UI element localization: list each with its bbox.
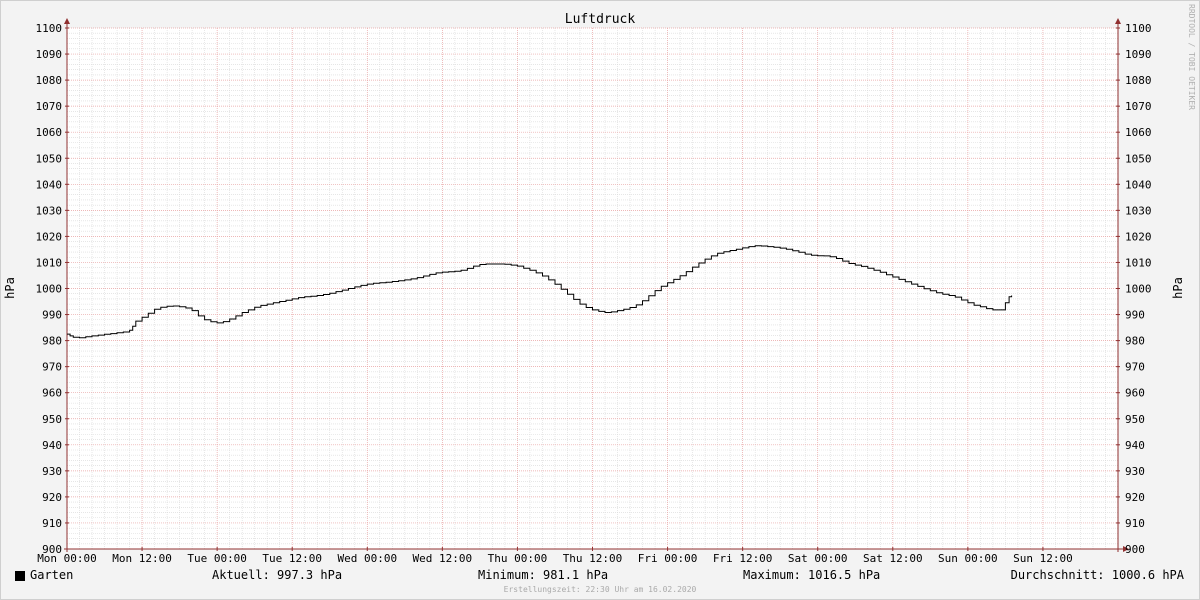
chart-window: 900 910 920 930 940 950 960 970 980 990 1000 1010 10… — [0, 0, 1200, 600]
x-tick-label: Mon 00:00 — [37, 552, 97, 565]
y-tick-label-left: 970 — [42, 361, 62, 374]
y-tick-label-left: 1070 — [36, 100, 63, 113]
y-tick-label-right: 1100 — [1125, 22, 1152, 35]
y-tick-label-left: 1000 — [36, 283, 63, 296]
y-tick-label-left: 980 — [42, 335, 62, 348]
y-tick-label-right: 980 — [1125, 335, 1145, 348]
y-tick-label-right: 1020 — [1125, 230, 1152, 243]
y-tick-label-right: 1040 — [1125, 178, 1152, 191]
x-tick-labels: Mon 00:00 Mon 12:00 Tue 00:00 Tue 12:00 Wed … — [37, 552, 1073, 565]
y-tick-label-right: 920 — [1125, 491, 1145, 504]
y-tick-labels-right: 900 910 920 930 940 950 960 970 980 990 1000 1010 10… — [1125, 22, 1152, 556]
legend-swatch — [15, 571, 25, 581]
y-tick-label-right: 1080 — [1125, 74, 1152, 87]
y-tick-label-left: 1080 — [36, 74, 63, 87]
y-tick-label-left: 1040 — [36, 178, 63, 191]
stat-durchschnitt: Durchschnitt: 1000.6 hPA — [1010, 568, 1184, 582]
x-tick-label: Tue 00:00 — [187, 552, 247, 565]
watermark: RRDTOOL / TOBI OETIKER — [1187, 4, 1196, 110]
x-tick-label: Sun 00:00 — [938, 552, 998, 565]
x-tick-label: Mon 12:00 — [112, 552, 172, 565]
x-tick-label: Thu 00:00 — [488, 552, 548, 565]
y-tick-label-right: 1000 — [1125, 283, 1152, 296]
legend-row: Garten Aktuell: 997.3 hPa Minimum: 981.1… — [0, 566, 1200, 584]
x-tick-label: Sat 00:00 — [788, 552, 848, 565]
y-tick-label-right: 930 — [1125, 465, 1145, 478]
footer-timestamp: Erstellungszeit: 22:30 Uhr am 16.02.2020 — [503, 585, 697, 594]
x-tick-label: Thu 12:00 — [563, 552, 623, 565]
y-tick-labels-left: 9009109209309409509609709809901000101010… — [36, 22, 63, 556]
y-axis-label-left: hPa — [3, 277, 17, 299]
y-tick-label-left: 920 — [42, 491, 62, 504]
y-tick-label-left: 940 — [42, 439, 62, 452]
x-tick-label: Tue 12:00 — [262, 552, 322, 565]
legend-label: Garten — [30, 568, 74, 582]
x-tick-label: Sun 12:00 — [1013, 552, 1073, 565]
y-axis-arrow-left — [64, 18, 70, 24]
y-tick-label-left: 1010 — [36, 256, 63, 269]
y-tick-label-right: 1030 — [1125, 204, 1152, 217]
y-tick-label-right: 900 — [1125, 543, 1145, 556]
y-tick-label-right: 990 — [1125, 309, 1145, 322]
stat-minimum: Minimum: 981.1 hPa — [478, 568, 609, 582]
y-tick-label-right: 960 — [1125, 387, 1145, 400]
y-tick-label-left: 1100 — [36, 22, 63, 35]
y-tick-label-left: 960 — [42, 387, 62, 400]
stat-aktuell: Aktuell: 997.3 hPa — [212, 568, 343, 582]
chart-svg: 900 910 920 930 940 950 960 970 980 990 1000 1010 10… — [3, 12, 1185, 565]
y-tick-label-right: 1090 — [1125, 48, 1152, 61]
y-tick-label-left: 1060 — [36, 126, 63, 139]
y-tick-label-left: 930 — [42, 465, 62, 478]
y-tick-label-right: 950 — [1125, 413, 1145, 426]
y-tick-label-right: 1050 — [1125, 152, 1152, 165]
x-tick-label: Wed 00:00 — [337, 552, 397, 565]
y-tick-label-left: 950 — [42, 413, 62, 426]
y-axis-label-right: hPa — [1171, 277, 1185, 299]
y-tick-label-right: 1070 — [1125, 100, 1152, 113]
y-tick-label-left: 1090 — [36, 48, 63, 61]
x-tick-label: Sat 12:00 — [863, 552, 923, 565]
y-tick-label-left: 1020 — [36, 230, 63, 243]
y-tick-label-right: 1010 — [1125, 256, 1152, 269]
y-tick-label-right: 910 — [1125, 517, 1145, 530]
chart-title: Luftdruck — [565, 12, 636, 27]
x-tick-label: Fri 12:00 — [713, 552, 773, 565]
y-tick-label-left: 990 — [42, 309, 62, 322]
y-tick-label-left: 910 — [42, 517, 62, 530]
stat-maximum: Maximum: 1016.5 hPa — [743, 568, 881, 582]
y-tick-label-right: 1060 — [1125, 126, 1152, 139]
y-tick-label-right: 940 — [1125, 439, 1145, 452]
y-tick-label-left: 1050 — [36, 152, 63, 165]
y-tick-label-right: 970 — [1125, 361, 1145, 374]
y-tick-label-left: 1030 — [36, 204, 63, 217]
x-tick-label: Fri 00:00 — [638, 552, 698, 565]
x-tick-label: Wed 12:00 — [413, 552, 473, 565]
y-axis-arrow-right — [1115, 18, 1121, 24]
